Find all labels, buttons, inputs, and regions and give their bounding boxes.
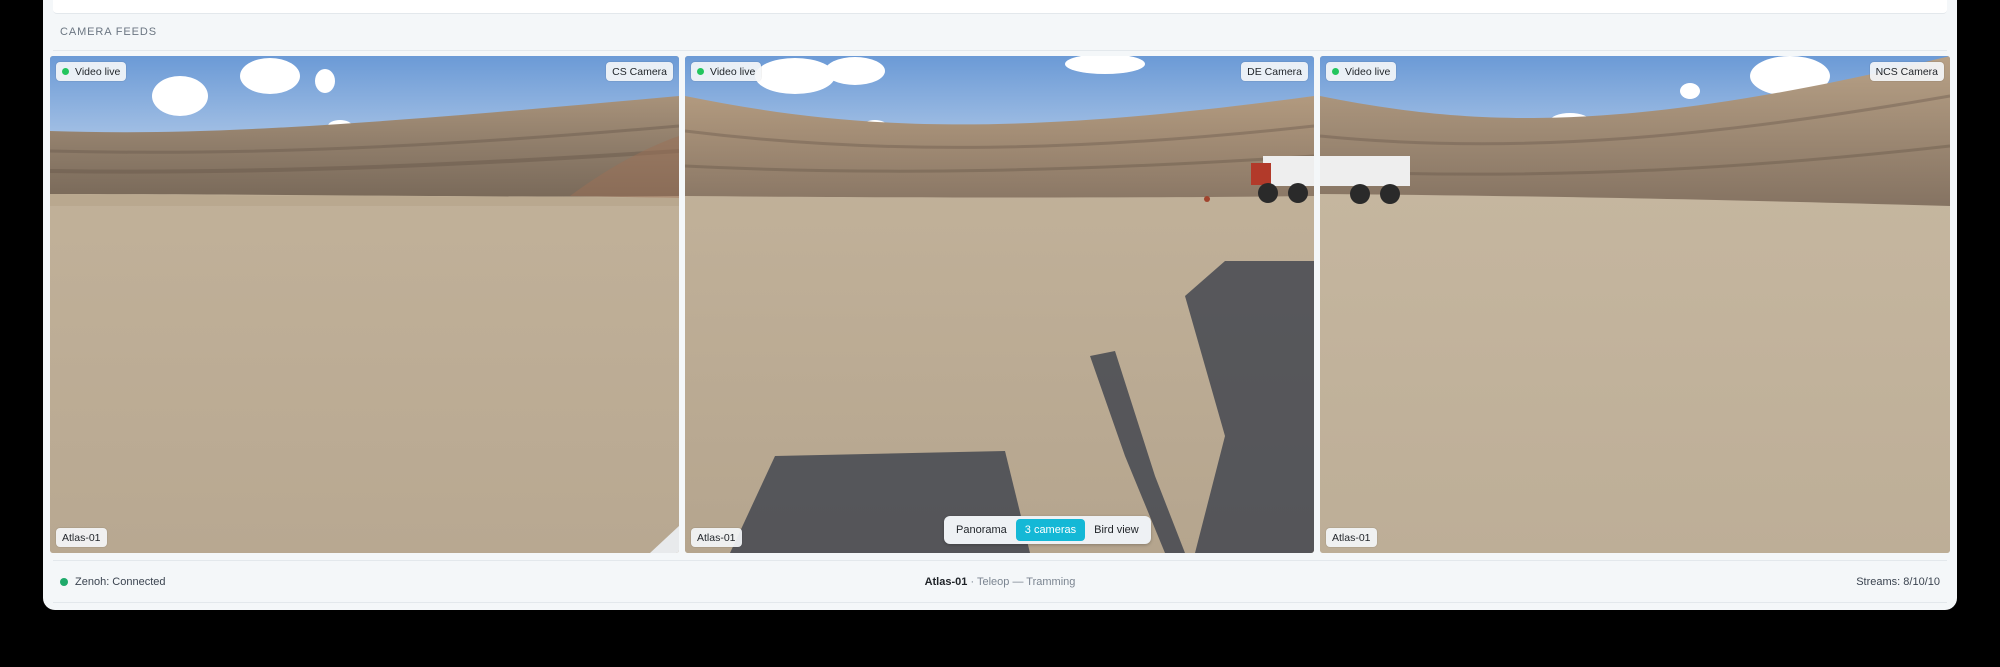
video-status: Video live	[75, 65, 121, 78]
video-frame	[1320, 56, 1950, 553]
video-frame	[685, 56, 1314, 553]
view-panorama-button[interactable]: Panorama	[947, 519, 1016, 541]
camera-feed-cs[interactable]: Video live CS Camera Atlas-01	[50, 56, 679, 553]
live-dot-icon	[697, 68, 704, 75]
video-live-badge: Video live	[56, 62, 127, 81]
connection-status: Zenoh: Connected	[60, 576, 166, 588]
view-bird-view-button[interactable]: Bird view	[1085, 519, 1148, 541]
unit-label: Atlas-01	[56, 528, 107, 547]
unit-label: Atlas-01	[1326, 528, 1377, 547]
camera-label: DE Camera	[1241, 62, 1308, 81]
section-title: CAMERA FEEDS	[60, 26, 157, 38]
live-dot-icon	[1332, 68, 1339, 75]
video-status: Video live	[1345, 65, 1391, 78]
video-live-badge: Video live	[691, 62, 762, 81]
connection-dot-icon	[60, 577, 68, 586]
camera-feed-de[interactable]: Video live DE Camera Atlas-01	[685, 56, 1314, 553]
view-mode-switch: Panorama 3 cameras Bird view	[944, 516, 1151, 544]
video-status: Video live	[710, 65, 756, 78]
camera-feed-ncs[interactable]: Video live NCS Camera Atlas-01	[1320, 56, 1950, 553]
status-separator: ·	[970, 575, 975, 588]
live-dot-icon	[62, 68, 69, 75]
camera-panel: CAMERA FEEDS Video live CS Camera Atlas-…	[43, 0, 1957, 610]
top-strip	[53, 0, 1947, 14]
view-3-cameras-button[interactable]: 3 cameras	[1015, 519, 1086, 541]
video-live-badge: Video live	[1326, 62, 1397, 81]
unit-mode-status: Atlas-01 · Teleop — Tramming	[53, 576, 1947, 588]
camera-label: NCS Camera	[1869, 62, 1944, 81]
status-unit: Atlas-01	[924, 575, 968, 588]
connection-text: Zenoh: Connected	[75, 575, 166, 588]
status-bar: Zenoh: Connected Atlas-01 · Teleop — Tra…	[53, 560, 1947, 603]
streams-status: Streams: 8/10/10	[1856, 575, 1940, 588]
status-mode: Teleop — Tramming	[976, 575, 1076, 588]
camera-label: CS Camera	[606, 62, 673, 81]
unit-label: Atlas-01	[691, 528, 742, 547]
video-frame	[50, 56, 679, 553]
section-header: CAMERA FEEDS	[53, 14, 1947, 51]
camera-feeds: Video live CS Camera Atlas-01 Video live…	[50, 56, 1950, 553]
